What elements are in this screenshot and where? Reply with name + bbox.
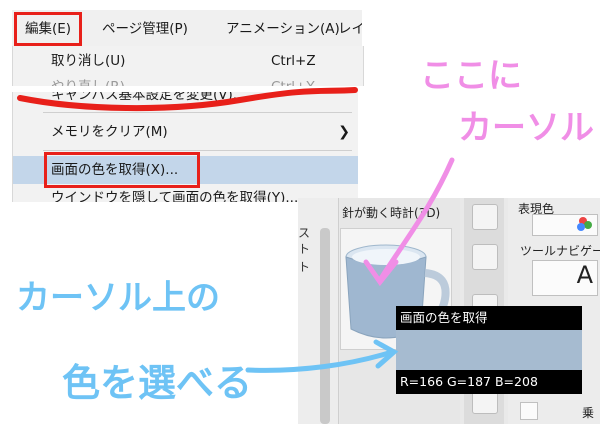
blue-arrow: [245, 339, 399, 373]
